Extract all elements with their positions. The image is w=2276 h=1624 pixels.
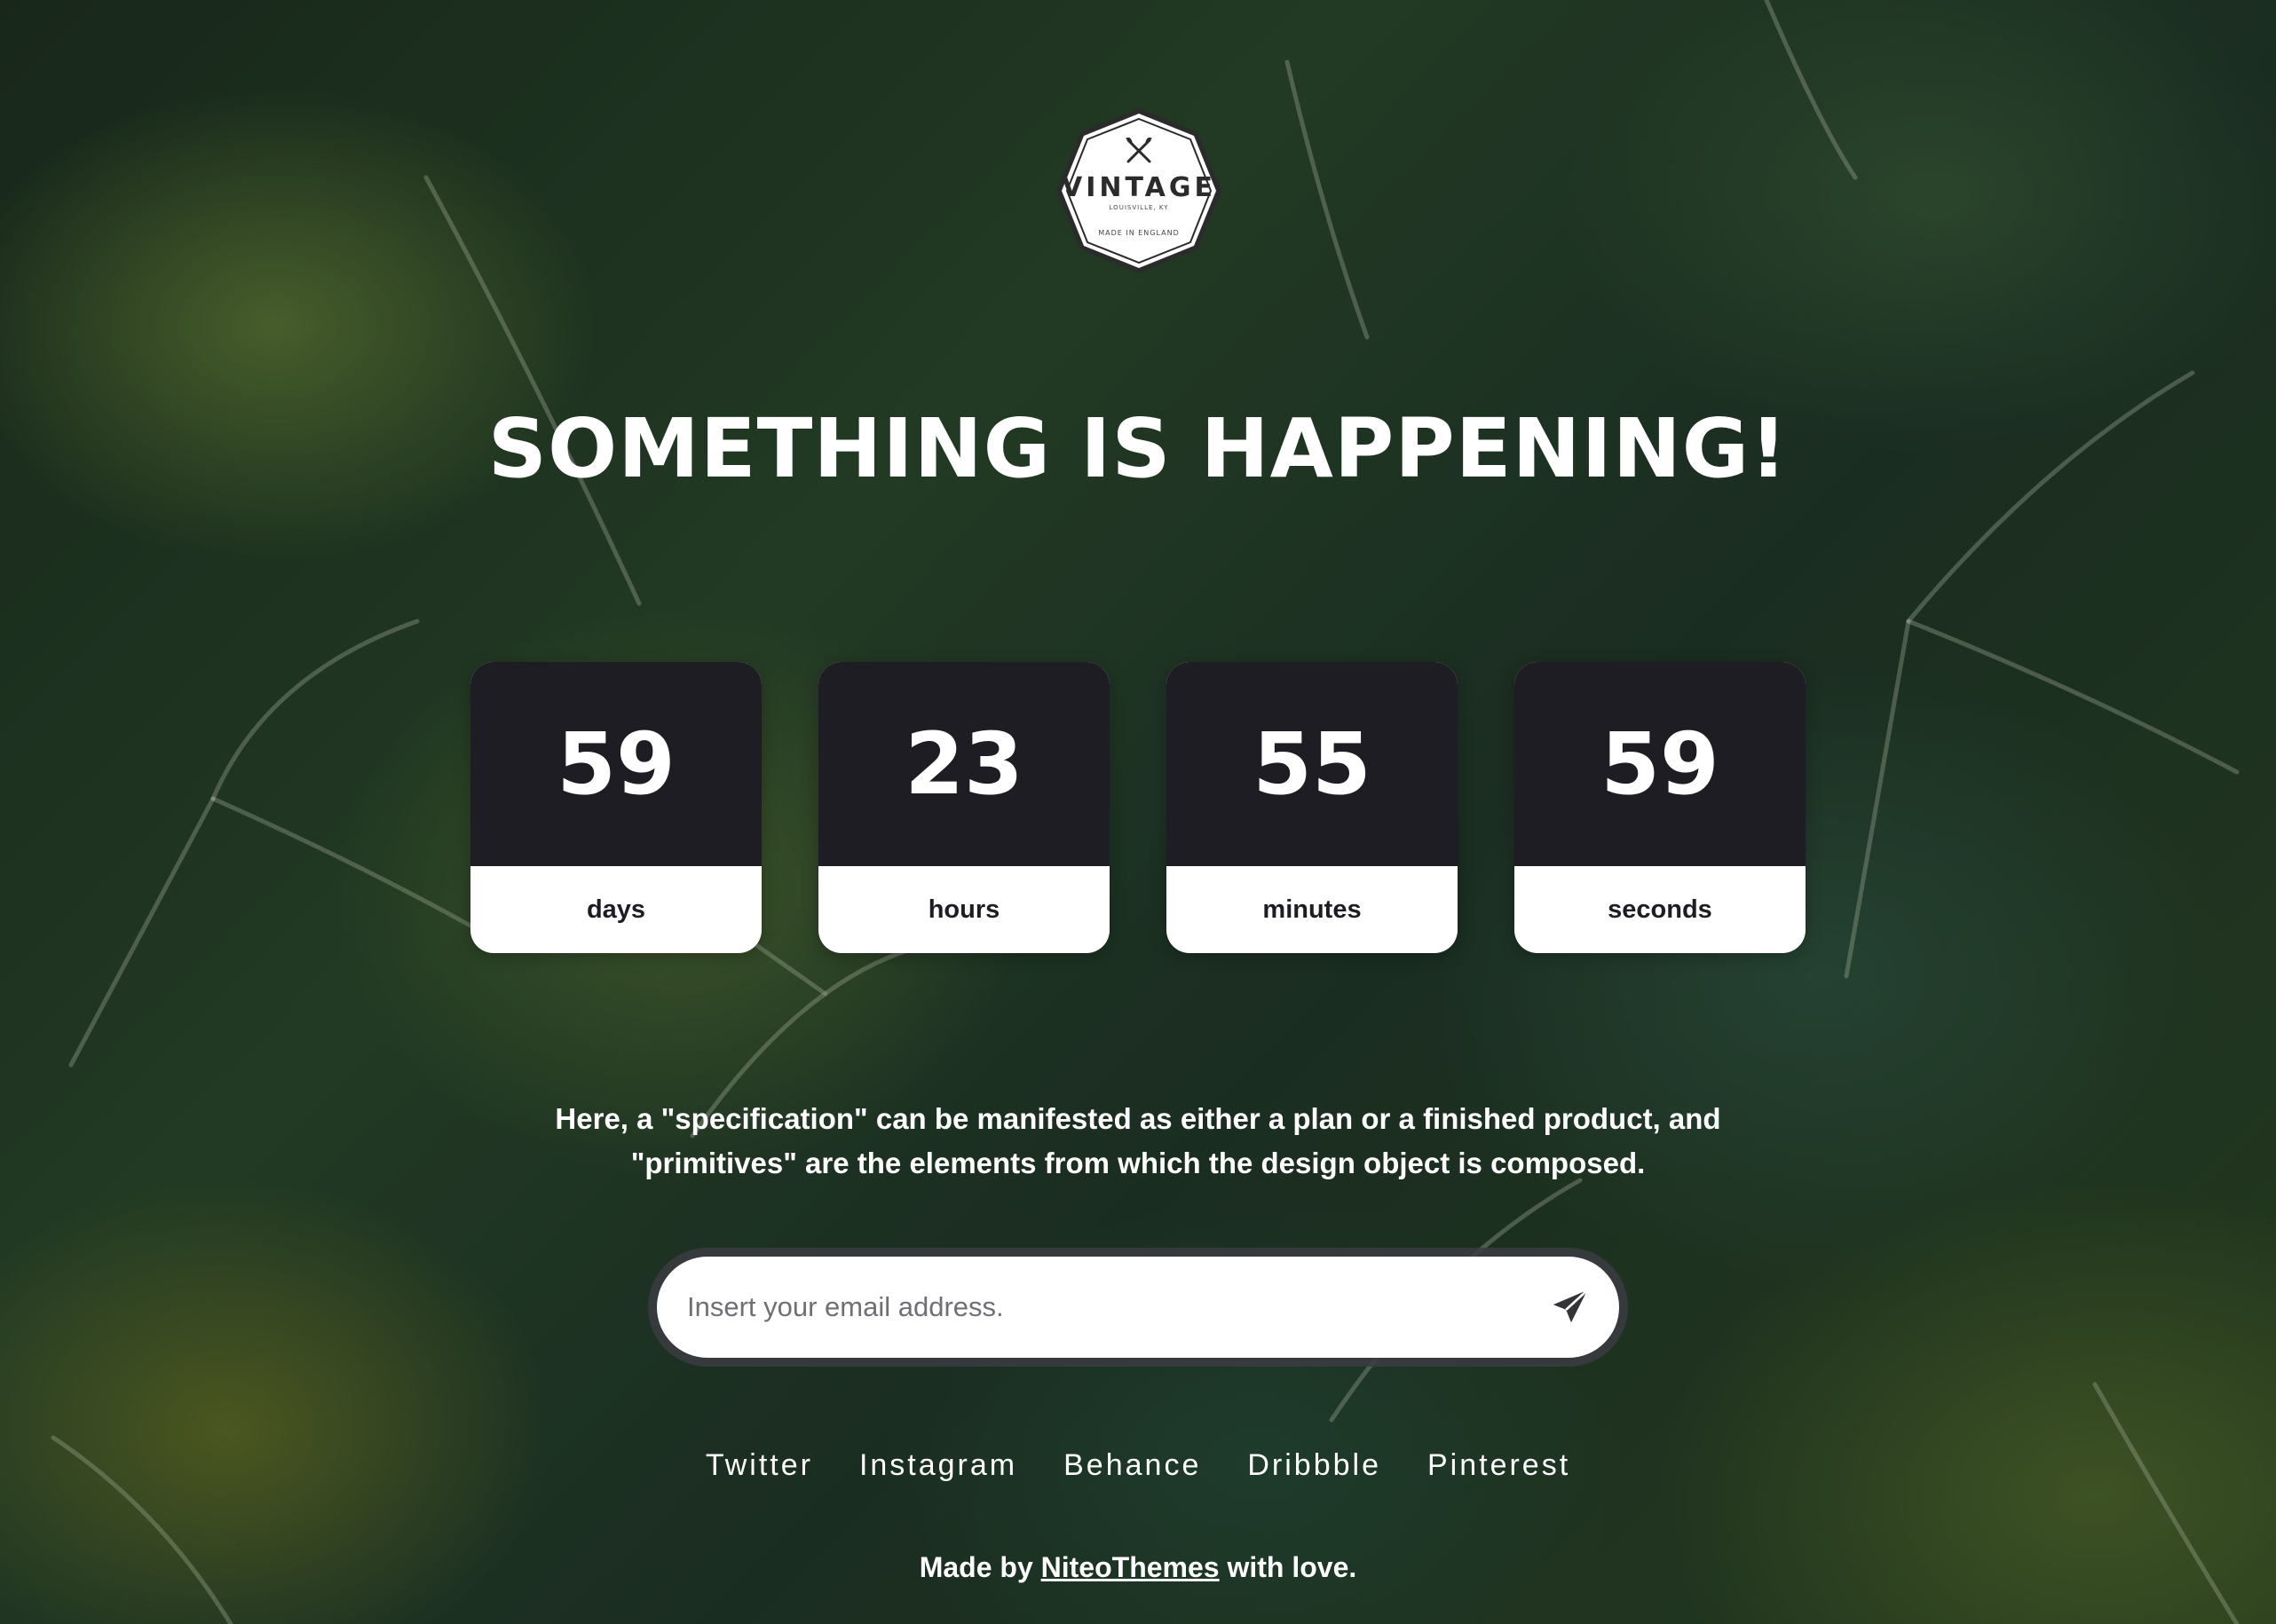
logo-tagline: MADE IN ENGLAND — [1098, 229, 1180, 237]
social-links: Twitter Instagram Behance Dribbble Pinte… — [0, 1448, 2276, 1483]
social-link-instagram[interactable]: Instagram — [859, 1448, 1017, 1483]
footer-niteothemes-link[interactable]: NiteoThemes — [1041, 1551, 1220, 1583]
countdown-days-value: 59 — [470, 662, 762, 866]
countdown-hours: 23 hours — [818, 662, 1110, 953]
email-input[interactable] — [657, 1257, 1521, 1358]
subscribe-field-wrapper — [657, 1257, 1619, 1358]
countdown-days-label: days — [586, 895, 646, 924]
subscribe-form — [648, 1248, 1628, 1367]
countdown-minutes: 55 minutes — [1166, 662, 1458, 953]
countdown-seconds-label: seconds — [1608, 895, 1712, 924]
footer-suffix: with love. — [1227, 1551, 1357, 1583]
social-link-twitter[interactable]: Twitter — [706, 1448, 813, 1483]
submit-button[interactable] — [1521, 1257, 1619, 1358]
footer-credit: Made by NiteoThemes with love. — [0, 1551, 2276, 1584]
countdown-hours-label: hours — [928, 895, 1000, 924]
countdown-timer: 59 days 23 hours 55 minutes 59 seconds — [470, 662, 1806, 953]
countdown-days: 59 days — [470, 662, 762, 953]
countdown-seconds-value: 59 — [1514, 662, 1806, 866]
countdown-hours-value: 23 — [818, 662, 1110, 866]
page-description: Here, a "specification" can be manifeste… — [555, 1102, 1721, 1179]
social-link-dribbble[interactable]: Dribbble — [1247, 1448, 1381, 1483]
social-link-pinterest[interactable]: Pinterest — [1427, 1448, 1570, 1483]
countdown-minutes-label: minutes — [1262, 895, 1362, 924]
footer-prefix: Made by — [919, 1551, 1033, 1583]
landing-page: VINTAGE LOUISVILLE, KY MADE IN ENGLAND S… — [0, 0, 2276, 1624]
paper-plane-icon — [1553, 1289, 1589, 1323]
countdown-seconds: 59 seconds — [1514, 662, 1806, 953]
social-link-behance[interactable]: Behance — [1063, 1448, 1201, 1483]
logo-text: VINTAGE — [1062, 172, 1216, 203]
logo-subtext: LOUISVILLE, KY — [1109, 204, 1169, 211]
vintage-logo[interactable]: VINTAGE LOUISVILLE, KY MADE IN ENGLAND — [1053, 105, 1225, 277]
countdown-minutes-value: 55 — [1166, 662, 1458, 866]
page-headline: SOMETHING IS HAPPENING! — [487, 401, 1789, 496]
